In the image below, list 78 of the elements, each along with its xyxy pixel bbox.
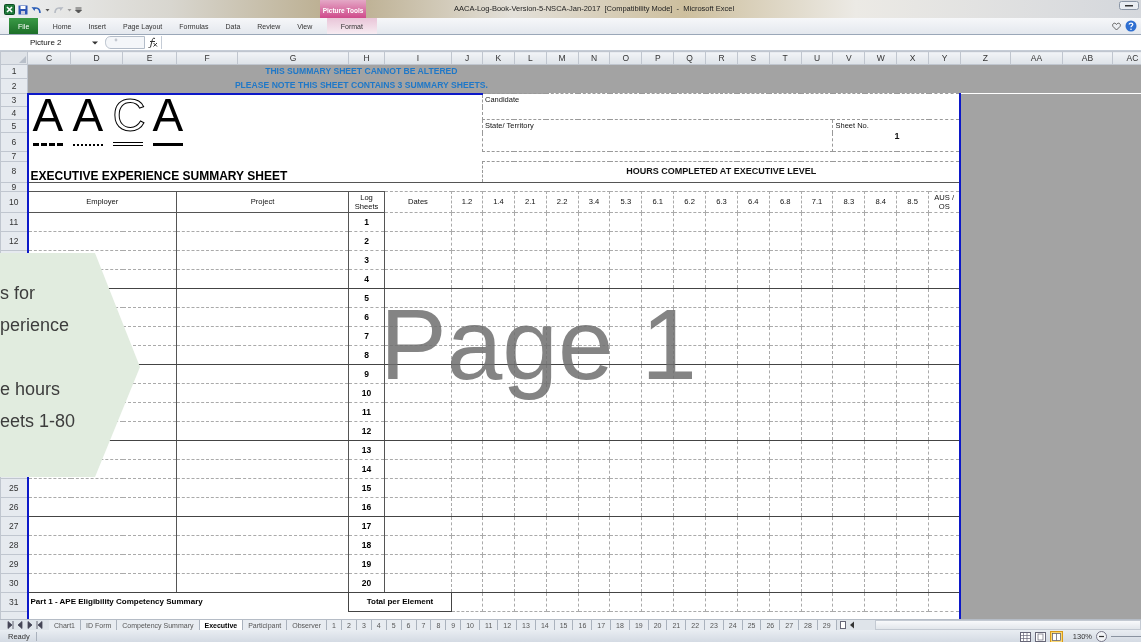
horizontal-scrollbar[interactable]	[874, 620, 1141, 630]
column-header[interactable]: AC	[1112, 51, 1141, 65]
log-sheet-number: 10	[348, 383, 385, 403]
column-header[interactable]: O	[609, 51, 642, 65]
tab-split-handle[interactable]	[839, 621, 846, 629]
last-sheet-icon[interactable]	[36, 620, 44, 630]
scroll-left-icon[interactable]	[848, 620, 855, 630]
zoom-out-icon[interactable]	[1096, 631, 1107, 642]
caret-icon[interactable]	[92, 39, 98, 46]
log-sheet-number: 5	[348, 288, 385, 308]
column-header[interactable]: M	[546, 51, 579, 65]
help-icon[interactable]	[1125, 20, 1137, 32]
log-sheet-number: 16	[348, 497, 385, 517]
column-header[interactable]: H	[348, 51, 385, 65]
logo: AACA	[29, 95, 482, 146]
next-sheet-icon[interactable]	[26, 620, 34, 630]
column-header[interactable]: Z	[960, 51, 1011, 65]
log-sheet-number: 17	[348, 516, 385, 536]
heart-icon[interactable]	[1112, 21, 1121, 31]
column-header[interactable]: R	[705, 51, 738, 65]
column-header[interactable]: U	[801, 51, 833, 65]
column-header[interactable]: Q	[673, 51, 706, 65]
callout-text: e hours eets 1-80	[0, 378, 77, 433]
log-sheet-number: 2	[348, 231, 385, 251]
log-sheet-number: 14	[348, 459, 385, 479]
column-header[interactable]: G	[237, 51, 349, 65]
function-icon[interactable]	[148, 37, 158, 48]
log-sheet-number: 13	[348, 440, 385, 460]
undo-icon[interactable]	[31, 4, 42, 15]
page-layout-view-icon[interactable]	[1034, 631, 1046, 642]
row-header[interactable]: 7	[0, 151, 28, 161]
log-sheet-number: 4	[348, 269, 385, 289]
column-header[interactable]: K	[482, 51, 515, 65]
first-sheet-icon[interactable]	[6, 620, 14, 630]
log-sheet-number: 6	[348, 307, 385, 327]
minimize-button[interactable]	[1119, 1, 1139, 10]
previous-sheet-icon[interactable]	[16, 620, 24, 630]
column-header[interactable]: L	[514, 51, 547, 65]
log-sheet-number: 1	[348, 212, 385, 232]
log-sheet-number: 15	[348, 478, 385, 498]
log-sheet-number: 12	[348, 421, 385, 441]
row-header[interactable]: 10	[0, 191, 28, 213]
name-box[interactable]: Picture 2	[10, 36, 102, 49]
column-header[interactable]: I	[384, 51, 452, 65]
row-header[interactable]: 8	[0, 161, 28, 182]
normal-view-icon[interactable]	[1019, 631, 1031, 642]
sheet-title: EXECUTIVE EXPERIENCE SUMMARY SHEET	[27, 161, 452, 182]
column-header[interactable]: V	[832, 51, 865, 65]
log-sheet-number: 18	[348, 535, 385, 555]
column-header[interactable]: Y	[928, 51, 961, 65]
column-header[interactable]: P	[641, 51, 674, 65]
column-header[interactable]: J	[451, 51, 483, 65]
column-header[interactable]: F	[176, 51, 238, 65]
callout-text: s for perience	[0, 282, 71, 337]
section-heading: HOURS COMPLETED AT EXECUTIVE LEVEL	[482, 161, 961, 182]
log-sheet-number: 8	[348, 345, 385, 365]
column-header[interactable]: AA	[1010, 51, 1063, 65]
log-sheet-number: 11	[348, 402, 385, 422]
column-header[interactable]: T	[769, 51, 802, 65]
log-sheet-number: 20	[348, 573, 385, 593]
column-header[interactable]: D	[70, 51, 123, 65]
column-header[interactable]: N	[578, 51, 610, 65]
column-header[interactable]: X	[896, 51, 929, 65]
save-icon[interactable]	[18, 4, 28, 15]
log-sheet-number: 19	[348, 554, 385, 574]
sheet-number: 1	[893, 131, 901, 141]
row-header[interactable]: 9	[0, 182, 28, 192]
page-break-view-icon[interactable]	[1049, 630, 1063, 642]
log-sheet-number: 9	[348, 364, 385, 384]
customize-icon[interactable]	[75, 5, 82, 15]
column-header[interactable]: W	[864, 51, 897, 65]
column-header[interactable]: AB	[1062, 51, 1113, 65]
spreadsheet-app-icon[interactable]	[4, 4, 15, 15]
column-header[interactable]: E	[122, 51, 177, 65]
column-header[interactable]: C	[27, 51, 71, 65]
column-header[interactable]: S	[737, 51, 770, 65]
log-sheet-number: 7	[348, 326, 385, 346]
log-sheet-number: 3	[348, 250, 385, 270]
